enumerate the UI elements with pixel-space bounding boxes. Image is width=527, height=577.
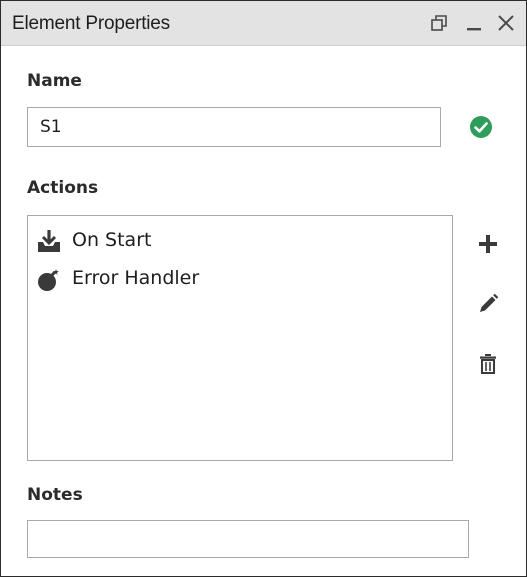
close-button[interactable] [491, 9, 521, 39]
check-circle-icon [469, 115, 493, 139]
minimize-button[interactable] [459, 9, 489, 39]
action-item-label: Error Handler [72, 267, 200, 289]
plus-icon [473, 235, 503, 263]
action-item-label: On Start [72, 229, 152, 251]
name-label: Name [27, 71, 82, 91]
edit-action-button[interactable] [473, 289, 503, 319]
element-properties-panel: Element Properties Name S1 Actions On St… [0, 0, 527, 577]
restore-window-button[interactable] [424, 9, 454, 39]
action-item-on-start[interactable]: On Start [36, 226, 436, 256]
notes-input[interactable] [27, 520, 469, 558]
bomb-icon [36, 266, 62, 292]
pencil-icon [473, 293, 503, 323]
notes-label: Notes [27, 485, 83, 505]
actions-list[interactable]: On Start Error Handler [27, 215, 453, 461]
panel-title: Element Properties [12, 13, 170, 34]
actions-label: Actions [27, 178, 99, 198]
minimize-icon [459, 9, 489, 39]
add-action-button[interactable] [473, 229, 503, 259]
close-icon [491, 9, 521, 39]
panel-titlebar[interactable]: Element Properties [1, 1, 526, 46]
name-input[interactable]: S1 [27, 107, 441, 147]
action-item-error-handler[interactable]: Error Handler [36, 264, 436, 294]
download-tray-icon [36, 228, 62, 254]
trash-icon [473, 354, 503, 383]
delete-action-button[interactable] [473, 349, 503, 379]
restore-window-icon [424, 9, 454, 39]
